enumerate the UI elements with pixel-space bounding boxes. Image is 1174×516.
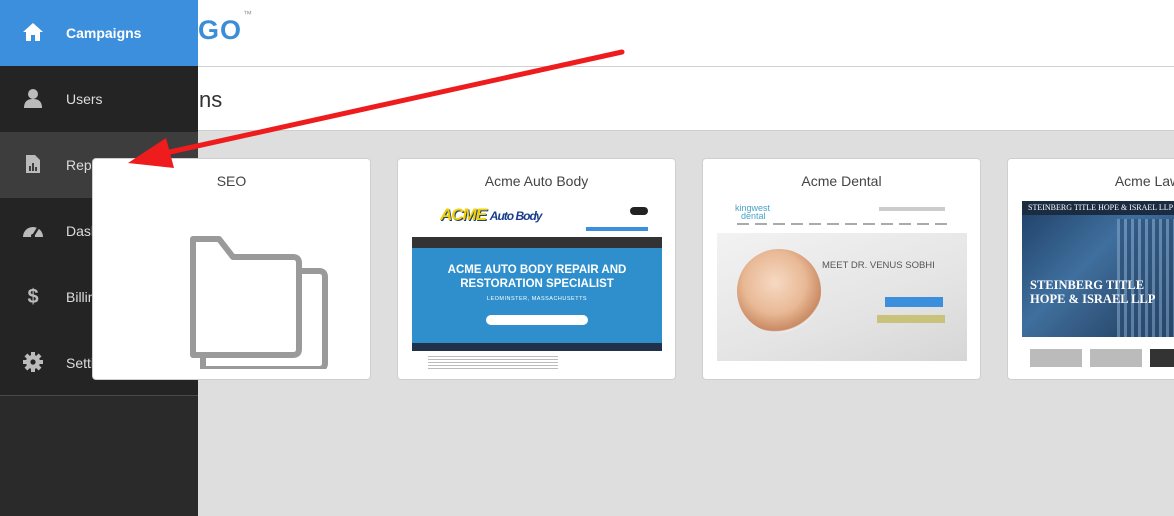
app-logo[interactable]: GO™ xyxy=(198,9,253,46)
website-screenshot-thumbnail: ACME Auto Body ACME AUTO BODY REPAIR AND… xyxy=(412,201,662,371)
home-icon xyxy=(22,21,44,43)
logo-trademark: ™ xyxy=(243,9,254,19)
campaign-card-seo[interactable]: SEO xyxy=(92,158,371,380)
folder-icon xyxy=(93,199,370,372)
user-icon xyxy=(22,87,44,109)
sidebar-item-label: Campaigns xyxy=(66,25,142,41)
page-title: ns xyxy=(199,87,223,112)
campaign-card-title: Acme Dental xyxy=(801,173,882,189)
logo-text: GO xyxy=(198,15,243,45)
sidebar-item-campaigns[interactable]: Campaigns xyxy=(0,0,198,66)
campaign-card-acme-dental[interactable]: Acme Dental kingwest dental MEET DR. VENU… xyxy=(702,158,981,380)
campaign-card-title: Acme Auto Body xyxy=(484,173,589,189)
dollar-icon: $ xyxy=(22,285,44,307)
thumbnail-logo: ACME Auto Body xyxy=(440,205,542,224)
sidebar-item-label: Users xyxy=(66,91,103,107)
thumbnail-hero: MEET DR. VENUS SOBHI xyxy=(717,233,967,361)
thumbnail-nav xyxy=(412,237,662,248)
thumbnail-logo: kingwest dental xyxy=(735,203,771,221)
svg-text:$: $ xyxy=(27,286,38,306)
report-icon xyxy=(22,153,44,175)
thumbnail-hero: ACME AUTO BODY REPAIR AND RESTORATION SPE… xyxy=(412,248,662,343)
campaign-card-acme-law[interactable]: Acme Law STEINBERG TITLE HOPE & ISRAEL L… xyxy=(1007,158,1174,380)
dashboard-gauge-icon xyxy=(22,219,44,241)
campaign-card-acme-auto-body[interactable]: Acme Auto Body ACME Auto Body ACME AUTO … xyxy=(397,158,676,380)
website-screenshot-thumbnail: STEINBERG TITLE HOPE & ISRAEL LLP STEINB… xyxy=(1022,201,1174,371)
website-screenshot-thumbnail: kingwest dental MEET DR. VENUS SOBHI xyxy=(717,201,967,371)
sidebar-divider xyxy=(0,395,198,396)
campaign-card-title: Acme Law xyxy=(1114,173,1174,189)
gear-icon xyxy=(22,351,44,373)
sidebar-item-users[interactable]: Users xyxy=(0,66,198,132)
campaign-card-title: SEO xyxy=(216,173,247,189)
